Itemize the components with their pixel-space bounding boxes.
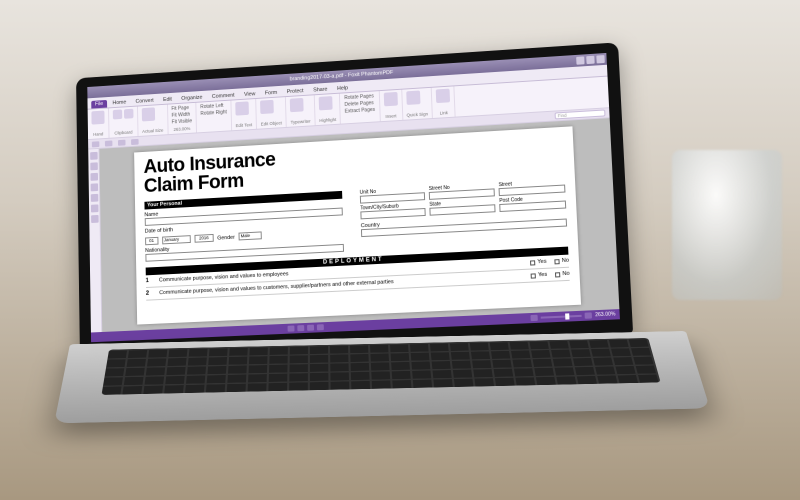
ribbon-group-tools: Hand (88, 108, 110, 139)
tab-file[interactable]: File (91, 100, 107, 109)
actual-size-icon[interactable] (142, 107, 155, 121)
ribbon-label-edit-text: Edit Text (236, 122, 253, 128)
personal-section: Your Personal Name Date of birth 01 (144, 191, 344, 262)
ribbon-label-sign: Quick Sign (407, 111, 429, 117)
ribbon-group-insert: Insert (379, 90, 403, 122)
laptop-keyboard (54, 331, 710, 423)
ribbon-extract-pages[interactable]: Extract Pages (345, 107, 376, 115)
window-title-doc: branding2017-03-a.pdf (290, 73, 344, 82)
pdf-page: Auto Insurance Claim Form Your Personal … (134, 126, 582, 324)
input-gender[interactable]: Male (239, 231, 262, 240)
side-security-icon[interactable] (91, 215, 99, 223)
app-window: branding2017-03-a.pdf - Foxit PhantomPDF… (87, 53, 620, 342)
clipboard-icon[interactable] (113, 109, 122, 119)
side-thumbnails-icon[interactable] (90, 162, 98, 170)
insert-icon[interactable] (383, 92, 397, 106)
qa-redo-icon[interactable] (131, 138, 139, 144)
zoom-in-button[interactable] (585, 312, 592, 318)
keyboard-keys (102, 338, 661, 395)
zoom-out-button[interactable] (531, 315, 538, 321)
last-page-button[interactable] (317, 324, 324, 330)
tab-edit[interactable]: Edit (159, 96, 176, 105)
side-bookmarks-icon[interactable] (90, 152, 98, 160)
side-layers-icon[interactable] (90, 173, 98, 181)
laptop-screen-bezel: branding2017-03-a.pdf - Foxit PhantomPDF… (76, 42, 633, 356)
tab-share[interactable]: Share (309, 85, 331, 94)
window-controls (576, 55, 605, 65)
minimize-button[interactable] (576, 56, 584, 64)
zoom-slider[interactable] (541, 315, 582, 319)
ribbon-group-typewriter: Typewriter (286, 95, 316, 127)
zoom-control: 263.00% (531, 311, 616, 321)
bookmark-icon[interactable] (124, 109, 134, 119)
edit-object-icon[interactable] (260, 100, 274, 114)
qa-save-icon[interactable] (92, 141, 100, 147)
link-icon[interactable] (436, 89, 450, 104)
laptop-mockup: branding2017-03-a.pdf - Foxit PhantomPDF… (70, 55, 690, 455)
ribbon-group-fit: Fit Page Fit Width Fit Visible 263.00% (168, 103, 198, 134)
doc-title-line2: Claim Form (144, 170, 244, 197)
ribbon-group-view: Actual Size (138, 105, 168, 136)
ribbon-rotate-right[interactable]: Rotate Right (200, 109, 227, 116)
qa-print-icon[interactable] (105, 140, 113, 146)
edit-text-icon[interactable] (235, 101, 249, 115)
ribbon-group-edit-text: Edit Text (231, 99, 257, 130)
deploy-2-no[interactable]: No (555, 271, 570, 278)
label-gender: Gender (217, 235, 235, 242)
hand-tool-icon[interactable] (91, 111, 104, 125)
input-dob-day[interactable]: 01 (145, 237, 158, 245)
sign-icon[interactable] (406, 91, 420, 105)
deploy-1-no[interactable]: No (555, 258, 570, 265)
first-page-button[interactable] (288, 325, 295, 331)
checkbox-icon (530, 260, 535, 265)
side-signatures-icon[interactable] (90, 194, 98, 202)
qa-undo-icon[interactable] (118, 139, 126, 145)
ribbon-group-pages: Rotate Pages Delete Pages Extract Pages (340, 91, 380, 123)
typewriter-icon[interactable] (290, 98, 304, 112)
ribbon-group-highlight: Highlight (315, 94, 342, 126)
zoom-readout: 263.00% (595, 311, 616, 318)
input-dob-month[interactable]: January (162, 235, 191, 244)
ribbon-label-highlight: Highlight (319, 117, 336, 123)
ribbon-label-insert: Insert (384, 113, 398, 119)
deploy-1-yes[interactable]: Yes (530, 259, 546, 266)
maximize-button[interactable] (586, 56, 594, 64)
deploy-2-yes[interactable]: Yes (531, 272, 548, 279)
highlight-icon[interactable] (319, 96, 333, 110)
side-comments-icon[interactable] (90, 204, 98, 212)
window-title-app: Foxit PhantomPDF (348, 70, 393, 79)
close-button[interactable] (596, 55, 604, 63)
ribbon-label-hand: Hand (92, 131, 105, 137)
side-attach-icon[interactable] (90, 183, 98, 191)
workspace: Auto Insurance Claim Form Your Personal … (88, 118, 619, 332)
ribbon-group-link: Link (432, 86, 456, 118)
deploy-num-2: 2 (146, 291, 154, 297)
prev-page-button[interactable] (297, 325, 304, 331)
ribbon-label-typewriter: Typewriter (290, 119, 310, 125)
tab-view[interactable]: View (240, 90, 259, 99)
tab-home[interactable]: Home (109, 98, 130, 107)
ribbon-label-actual-size: Actual Size (142, 128, 163, 134)
document-viewport[interactable]: Auto Insurance Claim Form Your Personal … (99, 118, 619, 332)
ribbon-group-edit-object: Edit Object (256, 97, 287, 129)
checkbox-icon (555, 272, 560, 277)
tab-form[interactable]: Form (261, 89, 281, 98)
ribbon-group-sign: Quick Sign (402, 88, 433, 120)
next-page-button[interactable] (307, 325, 314, 331)
ribbon-label-clipboard: Clipboard (113, 130, 134, 136)
checkbox-icon (531, 273, 536, 278)
input-dob-year[interactable]: 2016 (194, 234, 213, 243)
deploy-num-1: 1 (146, 278, 154, 284)
ribbon-fit-visible[interactable]: Fit Visible (172, 118, 193, 125)
ribbon-group-rotate: Rotate Left Rotate Right (196, 101, 232, 133)
ribbon-group-clipboard: Clipboard (109, 106, 138, 137)
ribbon-zoom-value[interactable]: 263.00% (172, 126, 193, 132)
checkbox-icon (555, 259, 560, 264)
tab-help[interactable]: Help (333, 84, 352, 93)
address-section: Unit No Street No Street Town/City/Subur… (360, 179, 568, 251)
ribbon-label-link: Link (437, 110, 451, 116)
ribbon-label-edit-object: Edit Object (261, 120, 282, 126)
